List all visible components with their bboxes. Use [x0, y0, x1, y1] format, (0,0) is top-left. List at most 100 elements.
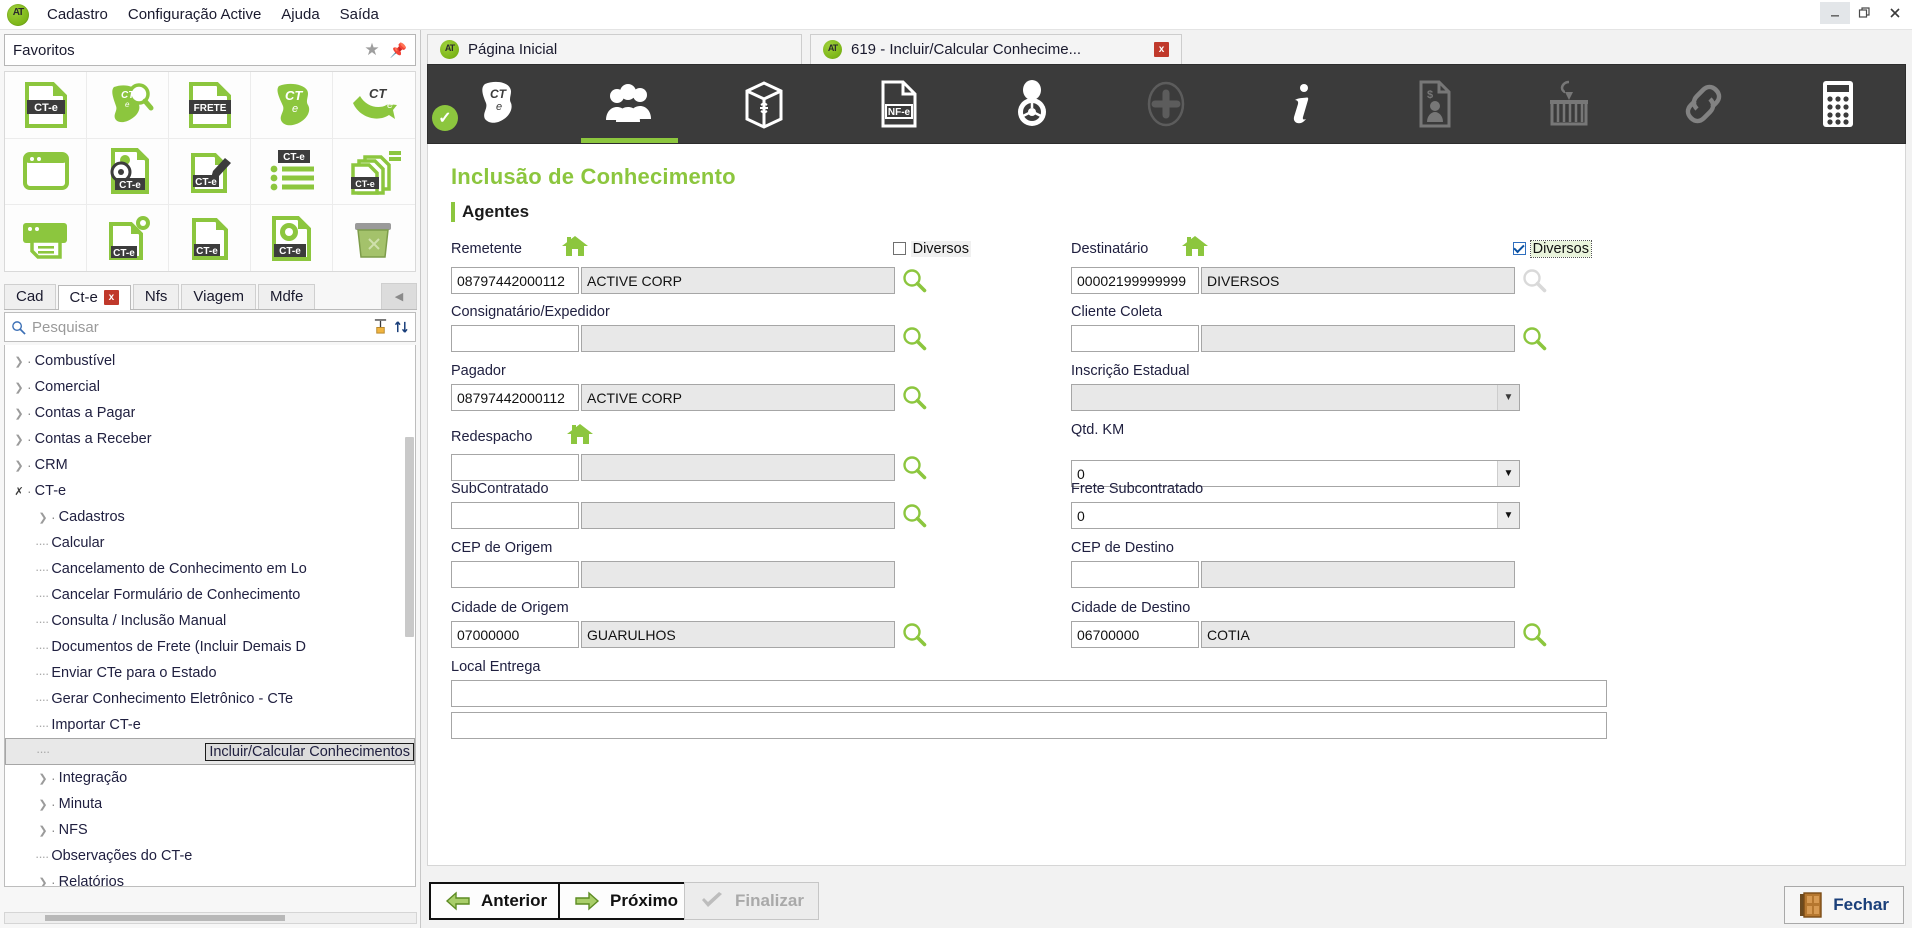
- tree-item-importar-cte[interactable]: ···· Importar CT-e: [5, 712, 415, 738]
- next-button[interactable]: Próximo: [558, 882, 695, 920]
- chevron-right-icon[interactable]: ❯: [11, 433, 27, 446]
- iconbar-box-icon[interactable]: [697, 65, 831, 143]
- input-cep-origem-name[interactable]: [581, 561, 895, 588]
- tree-item-observacoes-do-cte[interactable]: ···· Observações do CT-e: [5, 843, 415, 869]
- tree-item-cancelamento-de-conhecimento[interactable]: ···· Cancelamento de Conhecimento em Lo: [5, 556, 415, 582]
- star-icon[interactable]: ★: [364, 40, 379, 60]
- tree-item-crm[interactable]: ❯ · CRM: [5, 452, 415, 478]
- tree-item-calcular[interactable]: ···· Calcular: [5, 530, 415, 556]
- chevron-right-icon[interactable]: ❯: [11, 459, 27, 472]
- previous-button[interactable]: Anterior: [429, 882, 564, 920]
- menu-ajuda[interactable]: Ajuda: [271, 2, 329, 27]
- input-destinatario-name[interactable]: DIVERSOS: [1201, 267, 1515, 294]
- input-pagador-code[interactable]: 08797442000112: [451, 384, 579, 411]
- home-icon[interactable]: [560, 234, 590, 263]
- input-cliente-coleta-code[interactable]: [1071, 325, 1199, 352]
- iconbar-people-icon[interactable]: [562, 65, 696, 143]
- checkbox-box[interactable]: [892, 242, 906, 255]
- input-consignatario-name[interactable]: [581, 325, 895, 352]
- home-icon[interactable]: [1180, 234, 1210, 263]
- tree-item-enviar-cte-para-o-estado[interactable]: ···· Enviar CTe para o Estado: [5, 660, 415, 686]
- input-pagador-name[interactable]: ACTIVE CORP: [581, 384, 895, 411]
- checkbox-remetente-diversos[interactable]: Diversos: [892, 240, 971, 257]
- input-local-entrega-line2[interactable]: [451, 712, 1607, 739]
- home-icon[interactable]: [565, 422, 595, 451]
- input-cep-origem-code[interactable]: [451, 561, 579, 588]
- clear-filter-icon[interactable]: [373, 319, 388, 335]
- favorite-cte-blank-document-icon[interactable]: CT-e: [169, 205, 251, 271]
- sidebar-tab-cad[interactable]: Cad: [4, 284, 56, 309]
- chevron-right-icon[interactable]: ❯: [11, 355, 27, 368]
- favorite-cte-settings-document-icon[interactable]: CT-e: [251, 205, 333, 271]
- iconbar-money-document-icon[interactable]: $: [1368, 65, 1502, 143]
- sidebar-tab-nfs[interactable]: Nfs: [132, 284, 180, 309]
- favorite-printer-icon[interactable]: [5, 205, 87, 271]
- chevron-down-icon[interactable]: ▼: [1497, 503, 1519, 528]
- tree-item-nfs[interactable]: ❯ · NFS: [5, 817, 415, 843]
- tree-item-contas-a-receber[interactable]: ❯ · Contas a Receber: [5, 426, 415, 452]
- tab-incluir-calcular-conhecimento[interactable]: 619 - Incluir/Calcular Conhecime... x: [810, 34, 1182, 64]
- sort-icon[interactable]: [394, 319, 409, 335]
- tree-item-cadastros[interactable]: ❯ · Cadastros: [5, 504, 415, 530]
- input-subcontratado-code[interactable]: [451, 502, 579, 529]
- chevron-right-icon[interactable]: ❯: [35, 876, 51, 887]
- iconbar-info-icon[interactable]: [1234, 65, 1368, 143]
- magnifier-icon[interactable]: [902, 268, 927, 293]
- favorite-cte-edit-icon[interactable]: CT-e: [169, 138, 251, 206]
- tree-item-combustivel[interactable]: ❯ · Combustível: [5, 348, 415, 374]
- chevron-left-icon[interactable]: ◀: [381, 283, 417, 309]
- tree-item-cancelar-formulario[interactable]: ···· Cancelar Formulário de Conhecimento: [5, 582, 415, 608]
- iconbar-link-icon[interactable]: [1636, 65, 1770, 143]
- input-remetente-code[interactable]: 08797442000112: [451, 267, 579, 294]
- favorite-cte-list-icon[interactable]: CT-e: [251, 138, 333, 206]
- chevron-right-icon[interactable]: ❯: [35, 824, 51, 837]
- favorite-frete-document-icon[interactable]: FRETE: [169, 72, 251, 139]
- pin-icon[interactable]: 📌: [390, 42, 407, 59]
- input-cep-destino-code[interactable]: [1071, 561, 1199, 588]
- close-icon[interactable]: [1880, 2, 1910, 24]
- iconbar-plus-circle-icon[interactable]: [1099, 65, 1233, 143]
- magnifier-icon[interactable]: [1522, 326, 1547, 351]
- tree-item-gerar-conhecimento-eletronico[interactable]: ···· Gerar Conhecimento Eletrônico - CTe: [5, 686, 415, 712]
- input-cidade-destino-code[interactable]: 06700000: [1071, 621, 1199, 648]
- input-cep-destino-name[interactable]: [1201, 561, 1515, 588]
- tree-item-contas-a-pagar[interactable]: ❯ · Contas a Pagar: [5, 400, 415, 426]
- chevron-right-icon[interactable]: ❯: [11, 407, 27, 420]
- select-inscricao-estadual[interactable]: ▼: [1071, 384, 1520, 411]
- input-cidade-destino-name[interactable]: COTIA: [1201, 621, 1515, 648]
- magnifier-icon[interactable]: [1522, 622, 1547, 647]
- magnifier-icon[interactable]: [902, 326, 927, 351]
- magnifier-icon[interactable]: [902, 455, 927, 480]
- sidebar-tab-viagem[interactable]: Viagem: [181, 284, 256, 309]
- minimize-icon[interactable]: [1820, 2, 1850, 24]
- favorite-cte-map-icon[interactable]: CT e: [251, 72, 333, 139]
- chevron-down-icon[interactable]: ▼: [1497, 385, 1519, 410]
- tree-vertical-scrollbar[interactable]: [405, 437, 414, 637]
- input-subcontratado-name[interactable]: [581, 502, 895, 529]
- menu-cadastro[interactable]: Cadastro: [37, 2, 118, 27]
- chevron-right-icon[interactable]: ❯: [35, 511, 51, 524]
- sidebar-tab-cte[interactable]: Ct-e x: [57, 285, 131, 310]
- tree-item-relatorios[interactable]: ❯ · Relatórios: [5, 869, 415, 887]
- tree-item-documentos-de-frete[interactable]: ···· Documentos de Frete (Incluir Demais …: [5, 634, 415, 660]
- favorite-cte-gear-document-icon[interactable]: CT-e: [87, 205, 169, 271]
- favorite-cte-search-map-icon[interactable]: CT e: [87, 72, 169, 139]
- sidebar-search-bar[interactable]: Pesquisar: [4, 312, 416, 342]
- iconbar-container-icon[interactable]: [1502, 65, 1636, 143]
- input-destinatario-code[interactable]: 00002199999999: [1071, 267, 1199, 294]
- tree-item-incluir-calcular-conhecimentos[interactable]: ···· Incluir/Calcular Conhecimentos: [5, 738, 415, 765]
- input-redespacho-name[interactable]: [581, 454, 895, 481]
- sidebar-tab-mdfe[interactable]: Mdfe: [257, 284, 316, 309]
- tab-close-icon[interactable]: x: [1154, 42, 1169, 57]
- menu-configuracao-active[interactable]: Configuração Active: [118, 2, 271, 27]
- tab-pagina-inicial[interactable]: Página Inicial: [427, 34, 802, 64]
- favorite-cte-document-icon[interactable]: CT-e: [5, 72, 87, 139]
- chevron-down-icon[interactable]: ✗: [11, 485, 27, 498]
- close-button[interactable]: Fechar: [1784, 886, 1904, 924]
- favorite-cte-arrow-icon[interactable]: CT e: [333, 72, 415, 139]
- iconbar-cte-map-icon[interactable]: CT e ✓: [428, 65, 562, 143]
- tree-item-integracao[interactable]: ❯ · Integração: [5, 765, 415, 791]
- input-cliente-coleta-name[interactable]: [1201, 325, 1515, 352]
- input-cidade-origem-code[interactable]: 07000000: [451, 621, 579, 648]
- navigation-tree[interactable]: ❯ · Combustível ❯ · Comercial ❯ · Contas a Pag…: [4, 345, 416, 887]
